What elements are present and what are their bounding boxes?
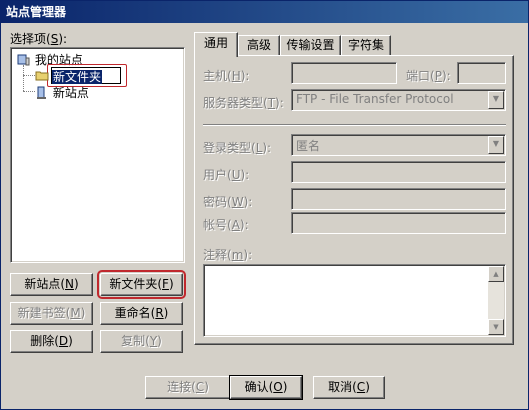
- login-type-value: 匿名: [296, 139, 321, 153]
- host-input[interactable]: [291, 62, 397, 84]
- tree-connector: [23, 65, 24, 91]
- account-input[interactable]: [291, 212, 506, 234]
- password-label: 密码(W):: [203, 195, 253, 209]
- folder-icon: [35, 71, 49, 81]
- comments-textarea[interactable]: ▲ ▼: [203, 264, 506, 337]
- new-site-button[interactable]: 新站点(N): [10, 273, 93, 296]
- server-type-select[interactable]: FTP - File Transfer Protocol ▼: [291, 89, 506, 111]
- server-type-label: 服务器类型(T):: [203, 96, 284, 110]
- cancel-button[interactable]: 取消(C): [313, 376, 385, 399]
- login-type-label: 登录类型(L):: [203, 141, 272, 155]
- login-type-select[interactable]: 匿名 ▼: [291, 134, 506, 156]
- server-type-value: FTP - File Transfer Protocol: [296, 92, 454, 106]
- server-icon: [37, 86, 46, 99]
- new-folder-button[interactable]: 新文件夹(F): [97, 270, 186, 299]
- account-label: 帐号(A):: [203, 218, 249, 232]
- connect-button[interactable]: 连接(C): [145, 376, 231, 399]
- password-input[interactable]: [291, 188, 506, 210]
- tab-transfer-settings[interactable]: 传输设置: [280, 35, 341, 56]
- delete-button[interactable]: 删除(D): [10, 330, 93, 353]
- tree-connector: [23, 75, 35, 76]
- separator: [203, 124, 506, 126]
- port-label: 端口(P):: [406, 69, 451, 83]
- site-tree[interactable]: 我的站点 新文件夹 新站点: [10, 47, 185, 263]
- tree-item-label: 新站点: [52, 86, 89, 100]
- site-manager-window: 站点管理器 选择项(S): 我的站点 新文件夹 新站点 新站点(N) 新文件夹(…: [0, 0, 529, 410]
- tab-label: 传输设置: [286, 38, 335, 52]
- copy-button[interactable]: 复制(Y): [100, 330, 183, 353]
- tab-general[interactable]: 通用: [194, 32, 238, 57]
- scroll-down-icon[interactable]: ▼: [488, 319, 504, 335]
- computer-icon: [17, 54, 30, 66]
- host-label: 主机(H):: [203, 69, 250, 83]
- ok-button[interactable]: 确认(O): [229, 375, 303, 400]
- title-bar[interactable]: 站点管理器: [1, 1, 528, 23]
- chevron-down-icon[interactable]: ▼: [488, 91, 504, 109]
- comments-scrollbar[interactable]: ▲ ▼: [488, 266, 504, 335]
- tab-advanced[interactable]: 高级: [238, 35, 280, 56]
- user-label: 用户(U):: [203, 168, 250, 182]
- new-bookmark-button[interactable]: 新建书签(M): [10, 302, 93, 325]
- chevron-down-icon[interactable]: ▼: [488, 136, 504, 154]
- tree-connector: [23, 91, 35, 92]
- tab-label: 字符集: [347, 38, 384, 52]
- port-input[interactable]: [457, 62, 506, 84]
- tab-charset[interactable]: 字符集: [341, 35, 391, 56]
- rename-button[interactable]: 重命名(R): [100, 302, 183, 325]
- scroll-up-icon[interactable]: ▲: [488, 266, 504, 282]
- select-entry-label: 选择项(S):: [10, 32, 68, 46]
- tab-label: 通用: [203, 36, 228, 50]
- user-input[interactable]: [291, 161, 506, 183]
- tab-label: 高级: [246, 38, 271, 52]
- comments-label: 注释(m):: [203, 248, 253, 262]
- tree-item-new-site[interactable]: 新站点: [35, 84, 89, 101]
- window-title: 站点管理器: [6, 5, 67, 19]
